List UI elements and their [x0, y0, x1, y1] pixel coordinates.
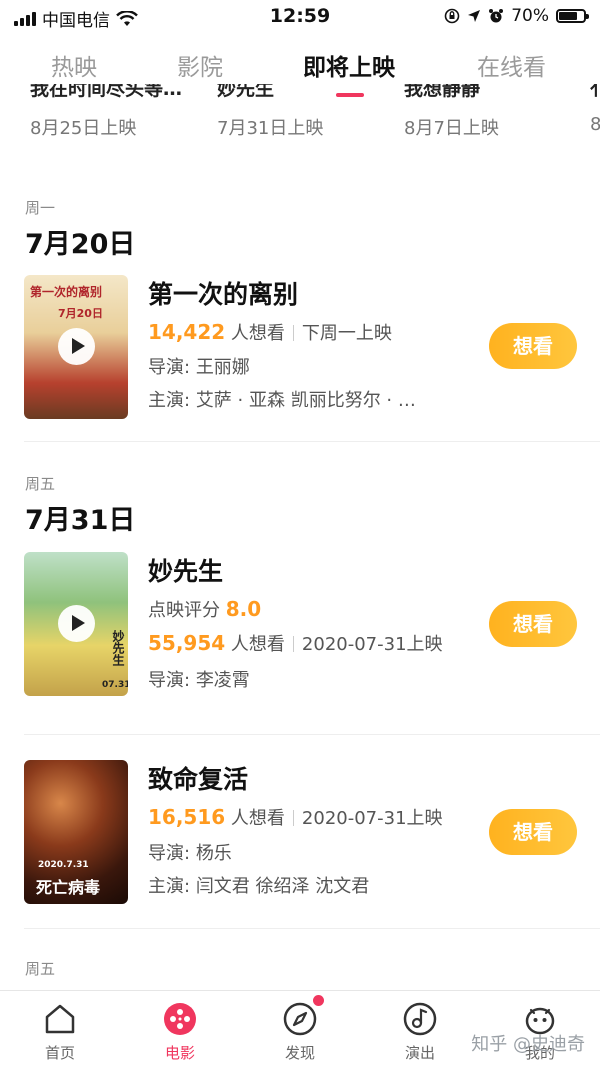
release-info: 2020-07-31上映 — [301, 808, 443, 829]
movie-title[interactable]: 致命复活 — [148, 760, 248, 796]
nav-home[interactable]: 首页 — [20, 1001, 100, 1063]
want-to-see-button[interactable]: 想看 — [489, 601, 577, 647]
movie-poster[interactable]: 2020.7.31 死亡病毒 — [24, 760, 128, 904]
carousel-date: 7月31日上映 — [217, 118, 324, 139]
carousel-title: 我想静静 — [404, 84, 481, 100]
music-note-icon — [402, 1001, 438, 1037]
want-count: 55,954 — [148, 631, 226, 655]
movie-director-line: 导演: 李凌霄 — [148, 666, 250, 692]
home-icon — [42, 1001, 78, 1037]
director-label: 导演: — [148, 670, 191, 691]
nav-label: 发现 — [284, 1044, 315, 1062]
tab-now-showing[interactable]: 热映 — [51, 48, 97, 82]
rotation-lock-icon — [444, 8, 460, 24]
tab-cinemas[interactable]: 影院 — [177, 48, 223, 82]
upcoming-carousel[interactable]: 我在时间尽头等… 8月25日上映 妙先生 7月31日上映 我想静静 8月7日上映… — [0, 84, 600, 144]
cast-names: 艾萨 · 亚森 凯丽比努尔 · … — [195, 390, 416, 411]
poster-title: 死亡病毒 — [36, 878, 101, 897]
poster-date: 7月20日 — [58, 307, 103, 320]
director-name: 王丽娜 — [195, 357, 250, 378]
nav-shows[interactable]: 演出 — [380, 1001, 460, 1063]
divider — [24, 734, 600, 735]
movie-cast-line: 主演: 艾萨 · 亚森 凯丽比努尔 · … — [148, 386, 416, 412]
score-value: 8.0 — [225, 597, 262, 621]
movie-title[interactable]: 妙先生 — [148, 552, 223, 588]
divider-bar — [292, 636, 294, 652]
cast-names: 闫文君 徐绍泽 沈文君 — [195, 876, 370, 897]
carousel-item[interactable]: 我想静静 8月7日上映 — [404, 84, 584, 140]
director-name: 杨乐 — [195, 843, 232, 864]
divider-bar — [292, 810, 294, 826]
director-name: 李凌霄 — [195, 670, 250, 691]
status-right: 70% — [444, 6, 589, 26]
carousel-title: 亻 — [590, 84, 600, 100]
carousel-item[interactable]: 妙先生 7月31日上映 — [217, 84, 397, 140]
want-count: 16,516 — [148, 805, 226, 829]
movie-poster[interactable]: 第一次的离别 7月20日 — [24, 275, 128, 419]
movie-want-line: 14,422 人想看 下周一上映 — [148, 319, 392, 345]
divider-bar — [292, 325, 294, 341]
watermark: 知乎 @史迪奇 — [471, 1034, 585, 1055]
bottom-nav: 首页 电影 发现 演出 我的 — [0, 990, 600, 1068]
carousel-date: 8 — [590, 114, 600, 135]
movie-director-line: 导演: 王丽娜 — [148, 353, 250, 379]
tab-coming-soon[interactable]: 即将上映 — [303, 48, 395, 82]
want-count: 14,422 — [148, 320, 226, 344]
poster-title: 第一次的离别 — [30, 285, 103, 299]
nav-movies[interactable]: 电影 — [140, 1001, 220, 1063]
release-info: 2020-07-31上映 — [301, 634, 443, 655]
divider — [24, 928, 600, 929]
release-info: 下周一上映 — [301, 323, 392, 344]
poster-date: 07.31 — [102, 680, 128, 690]
section-date: 7月31日 — [25, 505, 136, 536]
compass-icon — [282, 995, 324, 1037]
movie-want-line: 55,954 人想看 2020-07-31上映 — [148, 630, 443, 656]
alarm-icon — [489, 9, 504, 23]
cast-label: 主演: — [148, 876, 191, 897]
movie-poster[interactable]: 妙先生 07.31 — [24, 552, 128, 696]
cast-label: 主演: — [148, 390, 191, 411]
score-label: 点映评分 — [148, 600, 220, 621]
battery-icon — [556, 9, 589, 23]
notification-dot — [313, 995, 324, 1006]
want-suffix: 人想看 — [230, 323, 285, 344]
carousel-item[interactable]: 我在时间尽头等… 8月25日上映 — [30, 84, 210, 140]
carousel-item[interactable]: 亻 8 — [590, 84, 600, 135]
location-arrow-icon — [468, 10, 481, 22]
movie-title[interactable]: 第一次的离别 — [148, 275, 298, 311]
want-to-see-button[interactable]: 想看 — [489, 323, 577, 369]
section-weekday: 周五 — [25, 475, 56, 493]
nav-discover[interactable]: 发现 — [260, 995, 340, 1063]
nav-label: 演出 — [404, 1044, 435, 1062]
section-weekday: 周五 — [25, 960, 56, 978]
tab-online[interactable]: 在线看 — [477, 48, 546, 82]
movie-score-line: 点映评分 8.0 — [148, 596, 261, 622]
battery-percent: 70% — [511, 6, 549, 26]
section-weekday: 周一 — [25, 199, 56, 217]
movie-want-line: 16,516 人想看 2020-07-31上映 — [148, 804, 443, 830]
play-icon[interactable] — [58, 605, 95, 642]
divider — [24, 441, 600, 442]
poster-date: 2020.7.31 — [38, 860, 89, 870]
status-bar: 中国电信 12:59 70% — [0, 0, 600, 34]
movie-cast-line: 主演: 闫文君 徐绍泽 沈文君 — [148, 872, 369, 898]
want-suffix: 人想看 — [230, 634, 285, 655]
carousel-date: 8月7日上映 — [404, 118, 499, 139]
want-to-see-button[interactable]: 想看 — [489, 809, 577, 855]
nav-label: 电影 — [164, 1044, 195, 1062]
want-suffix: 人想看 — [230, 808, 285, 829]
film-reel-icon — [162, 1001, 198, 1037]
nav-label: 首页 — [44, 1044, 75, 1062]
poster-title: 妙先生 — [111, 630, 125, 666]
carousel-title: 我在时间尽头等… — [30, 84, 183, 100]
director-label: 导演: — [148, 357, 191, 378]
director-label: 导演: — [148, 843, 191, 864]
movie-director-line: 导演: 杨乐 — [148, 839, 232, 865]
carousel-date: 8月25日上映 — [30, 118, 137, 139]
carousel-title: 妙先生 — [217, 84, 275, 100]
top-tabs: 热映 影院 即将上映 在线看 — [0, 40, 600, 90]
section-date: 7月20日 — [25, 229, 136, 260]
play-icon[interactable] — [58, 328, 95, 365]
